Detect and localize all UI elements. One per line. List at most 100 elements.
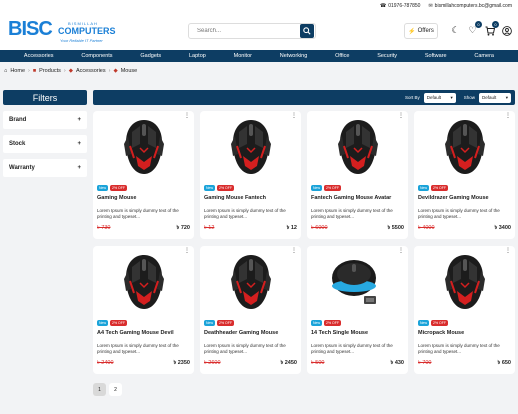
product-card[interactable]: ⋮ New 2% OFF Deathheader Gaming Mouse Lorem … (200, 246, 301, 374)
nav-item-laptop[interactable]: Laptop (189, 53, 206, 59)
current-price: ৳ 3400 (494, 225, 511, 231)
more-options-icon[interactable]: ⋮ (505, 247, 511, 254)
product-image[interactable] (418, 250, 511, 314)
product-description: Lorem Ipsum is simply dummy text of the … (97, 343, 179, 354)
product-card[interactable]: ⋮ New 2% OFF Gaming Mouse Fantech Lorem Ipsu… (200, 111, 301, 239)
product-name[interactable]: Fantech Gaming Mouse Avatar (311, 195, 404, 201)
product-image[interactable] (311, 115, 404, 179)
facet-stock[interactable]: Stock + (3, 135, 87, 153)
product-image[interactable] (418, 115, 511, 179)
product-description: Lorem Ipsum is simply dummy text of the … (418, 208, 500, 219)
nav-item-camera[interactable]: Camera (474, 53, 494, 59)
sort-select[interactable]: Default ▾ (423, 92, 456, 103)
discount-badge: 2% OFF (324, 185, 342, 191)
product-card[interactable]: ⋮ New 2% OFF Micropack Mouse Lorem Ipsum is … (414, 246, 515, 374)
product-name[interactable]: Devildrazer Gaming Mouse (418, 195, 511, 201)
site-logo[interactable]: BISC BISMILLAH COMPUTERS Your Reliable I… (6, 16, 116, 46)
wishlist-button[interactable]: ♡ 0 (467, 21, 482, 36)
cart-button[interactable]: 0 (484, 21, 499, 36)
user-icon (501, 25, 512, 36)
product-image[interactable] (311, 250, 404, 314)
product-description: Lorem Ipsum is simply dummy text of the … (418, 343, 500, 354)
email-contact[interactable]: ✉ bismillahcomputers.bc@gmail.com (428, 3, 512, 9)
pagination: 1 2 (93, 383, 122, 396)
filters-title: Filters (3, 90, 87, 105)
sort-value: Default (426, 95, 441, 100)
product-tags: New 2% OFF (311, 320, 404, 326)
more-options-icon[interactable]: ⋮ (398, 112, 404, 119)
nav-item-software[interactable]: Software (425, 53, 447, 59)
page-button-1[interactable]: 1 (93, 383, 106, 396)
product-name[interactable]: A4 Tech Gaming Mouse Devil (97, 330, 190, 336)
product-image[interactable] (97, 115, 190, 179)
product-card[interactable]: ⋮ New 2% OFF Fantech Gaming Mouse Avatar Lor… (307, 111, 408, 239)
breadcrumb-separator: › (63, 68, 66, 74)
more-options-icon[interactable]: ⋮ (184, 112, 190, 119)
facet-brand[interactable]: Brand + (3, 111, 87, 129)
page-button-2[interactable]: 2 (109, 383, 122, 396)
nav-item-gadgets[interactable]: Gadgets (140, 53, 161, 59)
phone-contact[interactable]: ☎ 01976-787850 (380, 3, 421, 9)
more-options-icon[interactable]: ⋮ (398, 247, 404, 254)
product-image[interactable] (204, 115, 297, 179)
product-tags: New 2% OFF (97, 320, 190, 326)
breadcrumb-separator: › (28, 68, 30, 74)
phone-text: 01976-787850 (388, 3, 421, 9)
product-card[interactable]: ⋮ New 2% OFF Gaming Mouse Lorem Ipsum is sim… (93, 111, 194, 239)
product-tags: New 2% OFF (204, 320, 297, 326)
product-description: Lorem Ipsum is simply dummy text of the … (204, 343, 286, 354)
product-card[interactable]: ⋮ New 2% OFF 14 Tech Single Mouse Lorem Ipsu… (307, 246, 408, 374)
show-select[interactable]: Default ▾ (479, 92, 511, 103)
product-image[interactable] (204, 250, 297, 314)
product-card[interactable]: ⋮ New 2% OFF Devildrazer Gaming Mouse Lorem … (414, 111, 515, 239)
nav-item-monitor[interactable]: Monitor (234, 53, 252, 59)
breadcrumb-products[interactable]: Products (39, 68, 61, 74)
product-prices: ৳ 6000 ৳ 5500 (311, 225, 404, 233)
filters-panel: Filters Brand + Stock + Warranty + (3, 90, 87, 177)
offers-button[interactable]: ⚡ Offers (404, 23, 438, 39)
breadcrumb-home[interactable]: Home (10, 68, 25, 74)
nav-item-office[interactable]: Office (335, 53, 349, 59)
product-name[interactable]: Gaming Mouse (97, 195, 190, 201)
gaming-mouse-image (230, 255, 271, 309)
gaming-mouse-image (230, 120, 271, 174)
more-options-icon[interactable]: ⋮ (291, 247, 297, 254)
chevron-down-icon: ▾ (450, 94, 453, 100)
product-name[interactable]: Gaming Mouse Fantech (204, 195, 297, 201)
nav-item-networking[interactable]: Networking (280, 53, 308, 59)
nav-item-security[interactable]: Security (377, 53, 397, 59)
email-text: bismillahcomputers.bc@gmail.com (434, 3, 512, 9)
product-name[interactable]: Deathheader Gaming Mouse (204, 330, 297, 336)
product-card[interactable]: ⋮ New 2% OFF A4 Tech Gaming Mouse Devil Lore… (93, 246, 194, 374)
folder-icon: ■ (32, 68, 37, 74)
search-input[interactable] (189, 24, 300, 38)
nav-item-accessories[interactable]: Accessories (24, 53, 54, 59)
search-button[interactable] (300, 24, 314, 38)
logo-tagline: Your Reliable IT Partner (60, 38, 103, 43)
breadcrumb-mouse: Mouse (120, 68, 138, 74)
more-options-icon[interactable]: ⋮ (184, 247, 190, 254)
product-name[interactable]: Micropack Mouse (418, 330, 511, 336)
dark-mode-toggle[interactable]: ☾ (450, 25, 461, 36)
gaming-mouse-image (123, 120, 164, 174)
lightning-icon: ⚡ (408, 28, 416, 35)
facet-warranty[interactable]: Warranty + (3, 159, 87, 177)
breadcrumb-accessories[interactable]: Accessories (76, 68, 106, 74)
product-description: Lorem Ipsum is simply dummy text of the … (204, 208, 286, 219)
breadcrumb: ⌂ Home › ■ Products › ◆ Accessories › ◆ … (0, 62, 518, 80)
discount-badge: 2% OFF (324, 320, 342, 326)
nav-item-components[interactable]: Components (81, 53, 112, 59)
more-options-icon[interactable]: ⋮ (291, 112, 297, 119)
home-icon: ⌂ (4, 68, 8, 74)
product-name[interactable]: 14 Tech Single Mouse (311, 330, 404, 336)
facet-label: Brand (9, 117, 27, 123)
plus-icon: + (77, 165, 81, 171)
tag-icon: ◆ (113, 68, 118, 74)
offers-label: Offers (417, 28, 434, 34)
wireless-mouse-image (331, 260, 376, 304)
more-options-icon[interactable]: ⋮ (505, 112, 511, 119)
account-button[interactable] (501, 25, 512, 36)
current-price: ৳ 2350 (173, 360, 190, 366)
discount-badge: 2% OFF (217, 185, 235, 191)
product-image[interactable] (97, 250, 190, 314)
